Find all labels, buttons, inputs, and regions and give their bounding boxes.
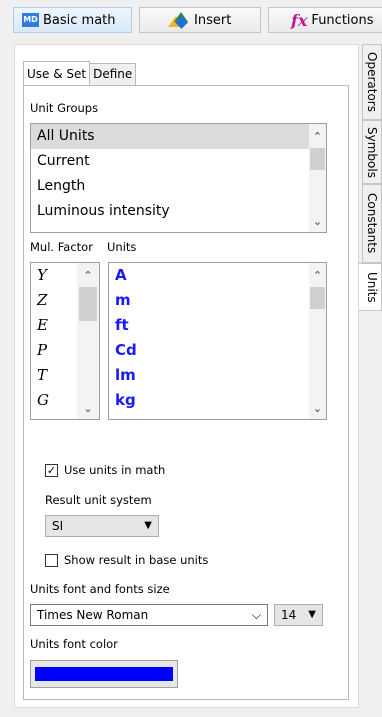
unit-groups-label: Unit Groups [30,101,99,115]
scroll-up-icon[interactable]: ⌃ [77,267,99,284]
caret-down-icon: ▼ [308,609,316,620]
insert-label: Insert [194,12,232,28]
unit-item[interactable]: ft [109,313,326,338]
insert-button[interactable]: Insert [139,7,261,33]
result-unit-system-value: SI [52,519,64,533]
functions-label: Functions [311,12,374,28]
scroll-thumb[interactable] [310,148,325,170]
units-list[interactable]: A m ft Cd lm kg ⌃ ⌄ [108,262,327,420]
unit-groups-scrollbar[interactable]: ⌃ ⌄ [309,124,326,232]
basic-math-label: Basic math [43,12,116,28]
toolbar: MD Basic math Insert fx Functions [0,0,382,44]
units-label: Units [107,240,137,254]
units-font-select[interactable]: Times New Roman ⌵ [30,604,268,626]
result-unit-system-label: Result unit system [45,493,152,507]
scroll-down-icon[interactable]: ⌄ [309,213,326,230]
sub-tabs: Use & Set Define [23,61,137,85]
scroll-thumb[interactable] [79,287,97,321]
unit-group-item[interactable]: Luminous intensity [31,199,326,224]
unit-item[interactable]: kg [109,388,326,413]
unit-item[interactable]: m [109,288,326,313]
result-unit-system-select[interactable]: SI ▼ [45,515,159,537]
show-result-base-units-checkbox[interactable] [45,554,58,567]
chevron-down-icon: ⌵ [251,608,261,622]
units-font-size-value: 14 [281,608,297,622]
tab-use-set[interactable]: Use & Set [23,61,91,85]
unit-item[interactable]: A [109,263,326,288]
mul-factor-scrollbar[interactable]: ⌃ ⌄ [77,263,99,419]
mul-factor-list[interactable]: Y Z E P T G ⌃ ⌄ [30,262,100,420]
basic-math-button[interactable]: MD Basic math [13,7,132,33]
unit-item[interactable]: lm [109,363,326,388]
side-tab-constants[interactable]: Constants [362,184,382,263]
side-tab-units[interactable]: Units [359,263,382,311]
functions-button[interactable]: fx Functions [268,7,382,33]
scroll-thumb[interactable] [310,287,325,309]
units-scrollbar[interactable]: ⌃ ⌄ [309,263,326,419]
use-set-content: Unit Groups All Units Current Length Lum… [23,85,349,700]
scroll-down-icon[interactable]: ⌄ [77,400,99,417]
units-font-color-button[interactable] [30,660,178,688]
side-tab-operators[interactable]: Operators [362,44,382,120]
units-font-value: Times New Roman [37,608,149,622]
use-units-in-math-label: Use units in math [64,463,166,477]
show-result-base-units-label: Show result in base units [64,553,209,567]
unit-item[interactable]: Cd [109,338,326,363]
side-tab-symbols[interactable]: Symbols [362,120,382,184]
insert-shapes-icon [168,12,188,29]
scroll-up-icon[interactable]: ⌃ [309,128,326,145]
unit-group-item[interactable]: All Units [31,124,326,149]
units-font-size-select[interactable]: 14 ▼ [274,604,323,626]
units-font-label: Units font and fonts size [30,582,170,596]
mul-factor-label: Mul. Factor [30,240,93,254]
unit-group-item[interactable]: Current [31,149,326,174]
use-units-in-math-checkbox[interactable]: ✓ [45,464,58,477]
units-panel: Use & Set Define Unit Groups All Units C… [14,44,359,708]
color-fill [35,667,173,681]
unit-groups-list[interactable]: All Units Current Length Luminous intens… [30,123,327,233]
caret-down-icon: ▼ [144,520,152,531]
scroll-up-icon[interactable]: ⌃ [309,267,326,284]
scroll-down-icon[interactable]: ⌄ [309,400,326,417]
units-font-color-label: Units font color [30,637,118,651]
tab-define[interactable]: Define [89,63,137,85]
fx-icon: fx [291,10,308,30]
md-logo-icon: MD [22,13,39,27]
unit-group-item[interactable]: Length [31,174,326,199]
